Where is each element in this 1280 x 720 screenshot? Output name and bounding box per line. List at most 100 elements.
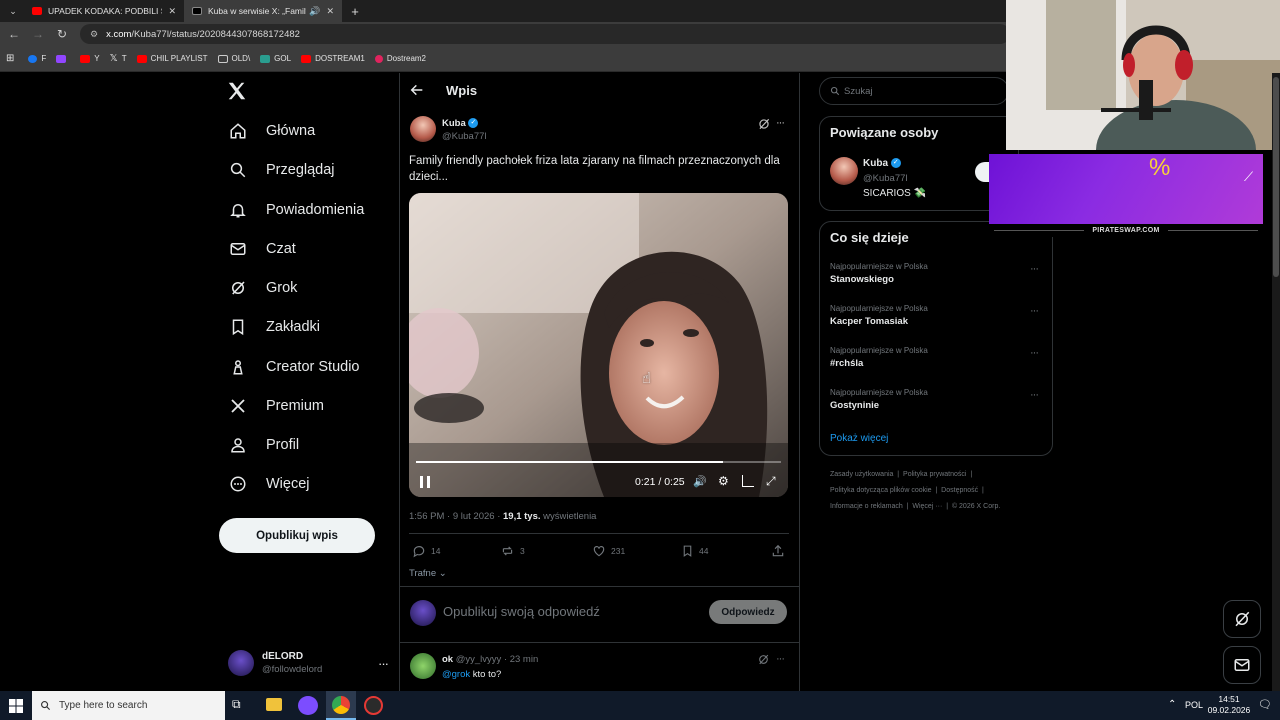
reply-action[interactable]: 14 — [412, 542, 440, 560]
nav-grok[interactable]: Grok — [222, 271, 309, 305]
post-timestamp[interactable]: 1:56 PM · 9 lut 2026 · — [409, 511, 503, 522]
search-box[interactable]: Szukaj — [819, 77, 1009, 105]
reply-button[interactable]: Odpowiedz — [709, 600, 787, 624]
reply-mention[interactable]: @grok — [442, 669, 470, 680]
post-more-icon[interactable]: ··· — [776, 117, 785, 129]
footer-link[interactable]: Więcej ··· — [912, 503, 942, 510]
publish-post-button[interactable]: Opublikuj wpis — [219, 518, 375, 553]
search-input[interactable]: Szukaj — [844, 86, 873, 97]
nav-chat[interactable]: Czat — [222, 232, 308, 266]
bookmark-dostream2[interactable]: Dostream2 — [374, 54, 426, 63]
reply-author-name[interactable]: ok — [442, 654, 453, 665]
footer-link[interactable]: Informacje o reklamach — [830, 503, 903, 510]
footer-link[interactable]: Dostępność — [941, 487, 978, 494]
browser-tab-2[interactable]: Kuba w serwisie X: „Family f 🔊 ✕ — [184, 0, 342, 22]
footer-link[interactable]: Zasady użytkowania — [830, 471, 893, 478]
page-scrollbar[interactable] — [1272, 73, 1280, 691]
windows-start-icon[interactable] — [0, 691, 32, 720]
trend-item[interactable]: Najpopularniejsze w Polska Gostyninie — [830, 388, 928, 411]
trends-title: Co się dzieje — [830, 230, 909, 245]
reply-avatar[interactable] — [410, 653, 436, 679]
author-handle[interactable]: @Kuba77l — [442, 131, 487, 142]
like-action[interactable]: 231 — [592, 542, 625, 560]
bookmark-f[interactable]: F — [28, 54, 46, 63]
nav-home[interactable]: Główna — [222, 114, 327, 148]
related-avatar[interactable] — [830, 157, 858, 185]
settings-gear-icon[interactable]: ⚙ — [718, 474, 729, 488]
new-tab-icon[interactable]: + — [348, 0, 362, 22]
messages-floating-button[interactable] — [1223, 646, 1261, 684]
taskbar-clock[interactable]: 14:51 09.02.2026 — [1205, 694, 1253, 716]
bookmark-twitch[interactable] — [56, 54, 70, 63]
bookmark-old[interactable]: OLD\ — [217, 54, 250, 63]
trend-more-icon[interactable]: ··· — [1030, 305, 1039, 317]
tab-search-chevron-icon[interactable]: ⌄ — [2, 0, 24, 22]
file-explorer-icon[interactable] — [266, 698, 282, 711]
account-switcher[interactable]: dELORD @followdelord ··· — [228, 646, 389, 680]
nav-profile[interactable]: Profil — [222, 428, 311, 462]
scrollbar-thumb[interactable] — [1273, 77, 1279, 277]
site-info-icon[interactable]: ⚙ — [90, 29, 98, 40]
url-input[interactable]: ⚙ x.com/Kuba77l/status/20208443078681724… — [80, 24, 1010, 44]
repost-action[interactable]: 3 — [500, 542, 525, 560]
bookmark-gol[interactable]: GOL — [260, 54, 291, 63]
nav-explore[interactable]: Przeglądaj — [222, 153, 347, 187]
author-avatar[interactable] — [410, 116, 436, 142]
grok-explain-icon[interactable] — [757, 117, 771, 131]
picture-in-picture-icon[interactable] — [742, 475, 754, 487]
app-badge-icon[interactable] — [298, 696, 318, 715]
reply-more-icon[interactable]: ··· — [776, 653, 785, 665]
back-icon[interactable]: ← — [4, 22, 24, 46]
trend-more-icon[interactable]: ··· — [1030, 347, 1039, 359]
nav-bookmarks[interactable]: Zakładki — [222, 310, 332, 344]
language-indicator[interactable]: POL — [1185, 700, 1203, 710]
trend-item[interactable]: Najpopularniejsze w Polska #rchśla — [830, 346, 928, 369]
video-progress-track[interactable] — [416, 461, 781, 463]
speaker-icon[interactable]: 🔊 — [309, 6, 320, 17]
grok-floating-button[interactable] — [1223, 600, 1261, 638]
related-name-row[interactable]: Kuba ✓ — [863, 158, 901, 169]
reload-icon[interactable]: ↻ — [52, 22, 72, 46]
x-logo-icon[interactable] — [226, 80, 248, 102]
forward-icon[interactable]: → — [28, 22, 48, 46]
bookmark-action[interactable]: 44 — [681, 542, 708, 560]
chrome-taskbar-item[interactable] — [326, 691, 356, 720]
nav-creator-studio[interactable]: Creator Studio — [222, 350, 372, 384]
taskbar-search-input[interactable]: Type here to search — [59, 700, 147, 711]
back-arrow-icon[interactable] — [409, 82, 425, 98]
obs-icon[interactable] — [364, 696, 383, 715]
notification-icon[interactable]: 🗨 — [1258, 698, 1272, 711]
browser-tab-1[interactable]: UPADEK KODAKA: PODBILI ŚW ✕ — [24, 0, 184, 22]
volume-icon[interactable]: 🔊 — [693, 475, 707, 488]
apps-grid-icon[interactable]: ⊞ — [6, 53, 14, 64]
nav-premium[interactable]: Premium — [222, 389, 336, 423]
bookmark-y[interactable]: Y — [80, 54, 100, 63]
footer-link[interactable]: Polityka dotycząca plików cookie — [830, 487, 932, 494]
reply-author-handle[interactable]: @yy_lvyyy — [456, 654, 502, 665]
show-more-link[interactable]: Pokaż więcej — [830, 433, 888, 444]
nav-notifications[interactable]: Powiadomienia — [222, 193, 376, 227]
nav-more[interactable]: Więcej — [222, 467, 322, 501]
account-more-icon[interactable]: ··· — [378, 656, 389, 671]
trend-item[interactable]: Najpopularniejsze w Polska Stanowskiego — [830, 262, 928, 285]
footer-link[interactable]: Polityka prywatności — [903, 471, 966, 478]
close-tab-icon[interactable]: ✕ — [168, 6, 176, 17]
video-player[interactable]: 0:21 / 0:25 🔊 ⚙ ⤢ — [409, 193, 788, 497]
pause-icon[interactable] — [419, 475, 431, 489]
author-name-row[interactable]: Kuba ✓ — [442, 118, 479, 129]
sort-dropdown[interactable]: Trafne ⌄ — [409, 568, 447, 579]
tray-chevron-icon[interactable]: ⌃ — [1168, 699, 1176, 710]
trend-more-icon[interactable]: ··· — [1030, 263, 1039, 275]
reply-input[interactable]: Opublikuj swoją odpowiedź — [443, 604, 600, 619]
fullscreen-icon[interactable]: ⤢ — [766, 474, 776, 489]
taskbar-search-box[interactable]: Type here to search — [32, 691, 225, 720]
bookmark-t[interactable]: 𝕏T — [110, 53, 127, 64]
trend-item[interactable]: Najpopularniejsze w Polska Kacper Tomasi… — [830, 304, 928, 327]
task-view-icon[interactable]: ⧉ — [232, 697, 241, 712]
bookmark-chil-playlist[interactable]: CHIL PLAYLIST — [136, 54, 208, 63]
close-tab-icon[interactable]: ✕ — [326, 6, 334, 17]
trend-more-icon[interactable]: ··· — [1030, 389, 1039, 401]
share-action[interactable] — [771, 542, 785, 560]
bookmark-dostream1[interactable]: DOSTREAM1 — [301, 54, 365, 63]
grok-explain-icon[interactable] — [757, 653, 770, 666]
